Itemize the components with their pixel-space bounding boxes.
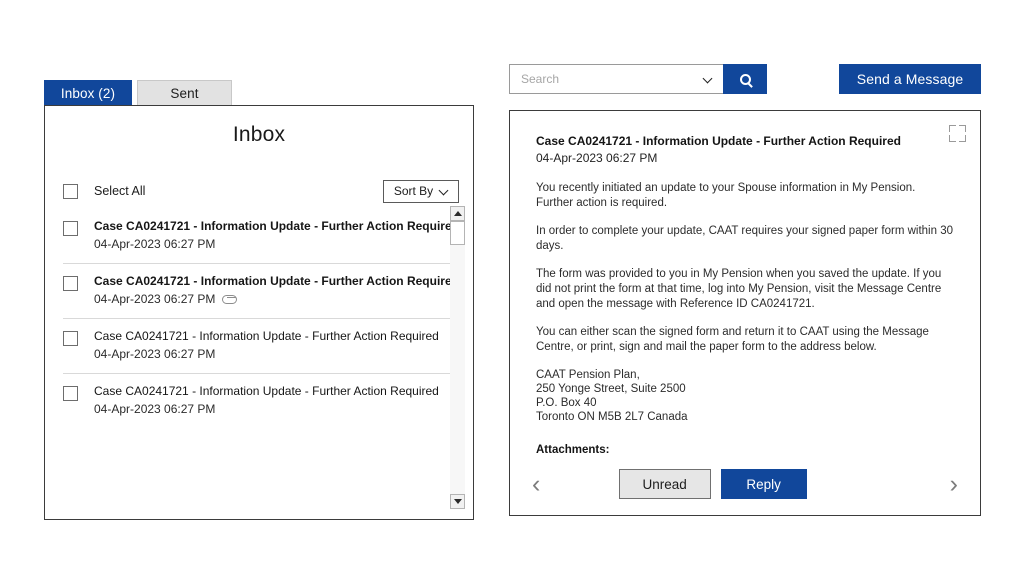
message-subject: Case CA0241721 - Information Update - Fu… bbox=[94, 274, 459, 288]
search-icon bbox=[739, 73, 751, 85]
message-subject: Case CA0241721 - Information Update - Fu… bbox=[94, 219, 459, 233]
message-checkbox[interactable] bbox=[63, 276, 78, 291]
reply-button[interactable]: Reply bbox=[720, 469, 807, 499]
address-line: P.O. Box 40 bbox=[536, 397, 597, 409]
list-item[interactable]: Case CA0241721 - Information Update - Fu… bbox=[63, 374, 457, 428]
inbox-list-panel: Inbox Select All Sort By Case CA0241721 … bbox=[44, 105, 474, 520]
search-bar bbox=[509, 64, 767, 94]
select-all-label: Select All bbox=[94, 184, 146, 198]
detail-subject: Case CA0241721 - Information Update - Fu… bbox=[536, 134, 901, 148]
detail-column: Send a Message Case CA0241721 - Informat… bbox=[509, 64, 981, 516]
reply-label: Reply bbox=[746, 476, 781, 492]
message-list: Case CA0241721 - Information Update - Fu… bbox=[45, 209, 473, 504]
chevron-down-icon bbox=[440, 187, 448, 195]
address-line: Toronto ON M5B 2L7 Canada bbox=[536, 411, 688, 423]
detail-paragraph: You can either scan the signed form and … bbox=[536, 326, 929, 353]
detail-address: CAAT Pension Plan, 250 Yonge Street, Sui… bbox=[536, 368, 954, 424]
detail-footer: ‹ Unread Reply › bbox=[510, 453, 980, 515]
send-a-message-label: Send a Message bbox=[856, 71, 964, 87]
message-centre-screen: Inbox (2) Sent Inbox Select All Sort By bbox=[0, 0, 1024, 575]
sort-by-dropdown[interactable]: Sort By bbox=[383, 179, 459, 203]
triangle-down-icon bbox=[453, 499, 462, 504]
chevron-down-icon bbox=[704, 75, 712, 83]
address-line: CAAT Pension Plan, bbox=[536, 369, 640, 381]
detail-header-bar: Send a Message bbox=[509, 64, 981, 94]
tab-inbox[interactable]: Inbox (2) bbox=[44, 80, 132, 105]
message-date-row: 04-Apr-2023 06:27 PM bbox=[94, 346, 439, 362]
message-checkbox[interactable] bbox=[63, 221, 78, 236]
select-all-checkbox[interactable] bbox=[63, 183, 78, 199]
message-date-row: 04-Apr-2023 06:27 PM bbox=[94, 236, 459, 252]
message-date: 04-Apr-2023 06:27 PM bbox=[94, 402, 216, 416]
list-item[interactable]: Case CA0241721 - Information Update - Fu… bbox=[63, 319, 457, 374]
message-date: 04-Apr-2023 06:27 PM bbox=[94, 237, 216, 251]
tab-bar: Inbox (2) Sent bbox=[44, 80, 474, 105]
address-line: 250 Yonge Street, Suite 2500 bbox=[536, 383, 686, 395]
tab-sent[interactable]: Sent bbox=[137, 80, 232, 105]
scrollbar-track[interactable] bbox=[450, 221, 465, 494]
send-a-message-button[interactable]: Send a Message bbox=[839, 64, 981, 94]
message-detail-panel: Case CA0241721 - Information Update - Fu… bbox=[509, 110, 981, 516]
list-item[interactable]: Case CA0241721 - Information Update - Fu… bbox=[63, 264, 459, 319]
list-item[interactable]: Case CA0241721 - Information Update - Fu… bbox=[63, 209, 459, 264]
message-text: Case CA0241721 - Information Update - Fu… bbox=[94, 329, 439, 362]
message-text: Case CA0241721 - Information Update - Fu… bbox=[94, 219, 459, 252]
tab-sent-label: Sent bbox=[170, 85, 199, 101]
detail-date: 04-Apr-2023 06:27 PM bbox=[536, 151, 658, 165]
scroll-up-button[interactable] bbox=[450, 206, 465, 221]
footer-buttons: Unread Reply bbox=[618, 469, 807, 499]
message-checkbox[interactable] bbox=[63, 386, 78, 401]
message-date: 04-Apr-2023 06:27 PM bbox=[94, 292, 216, 306]
message-date-row: 04-Apr-2023 06:27 PM bbox=[94, 291, 459, 307]
page-title: Inbox bbox=[232, 123, 286, 146]
scrollbar-thumb[interactable] bbox=[450, 221, 465, 245]
scroll-down-button[interactable] bbox=[450, 494, 465, 509]
tab-inbox-label: Inbox (2) bbox=[60, 85, 116, 101]
message-text: Case CA0241721 - Information Update - Fu… bbox=[94, 274, 459, 307]
triangle-up-icon bbox=[453, 211, 462, 216]
mark-unread-label: Unread bbox=[642, 476, 687, 492]
search-input[interactable] bbox=[510, 65, 693, 93]
detail-body: You recently initiated an update to your… bbox=[536, 181, 954, 456]
list-toolbar: Select All Sort By bbox=[45, 178, 473, 204]
detail-paragraph: The form was provided to you in My Pensi… bbox=[536, 268, 942, 310]
next-message-button[interactable]: › bbox=[936, 471, 958, 497]
message-date: 04-Apr-2023 06:27 PM bbox=[94, 347, 216, 361]
message-subject: Case CA0241721 - Information Update - Fu… bbox=[94, 384, 439, 398]
previous-message-button[interactable]: ‹ bbox=[532, 471, 554, 497]
message-subject: Case CA0241721 - Information Update - Fu… bbox=[94, 329, 439, 343]
list-scrollbar[interactable] bbox=[450, 206, 465, 509]
detail-paragraph: You recently initiated an update to your… bbox=[536, 182, 916, 209]
mark-unread-button[interactable]: Unread bbox=[618, 469, 711, 499]
attachment-icon bbox=[222, 294, 238, 304]
message-checkbox[interactable] bbox=[63, 331, 78, 346]
message-date-row: 04-Apr-2023 06:27 PM bbox=[94, 401, 439, 417]
search-filter-dropdown[interactable] bbox=[693, 65, 723, 93]
search-button[interactable] bbox=[723, 64, 767, 94]
expand-icon[interactable] bbox=[949, 125, 966, 142]
detail-paragraph: In order to complete your update, CAAT r… bbox=[536, 225, 953, 252]
sort-by-label: Sort By bbox=[393, 184, 434, 198]
message-text: Case CA0241721 - Information Update - Fu… bbox=[94, 384, 439, 417]
inbox-column: Inbox (2) Sent Inbox Select All Sort By bbox=[44, 80, 474, 520]
